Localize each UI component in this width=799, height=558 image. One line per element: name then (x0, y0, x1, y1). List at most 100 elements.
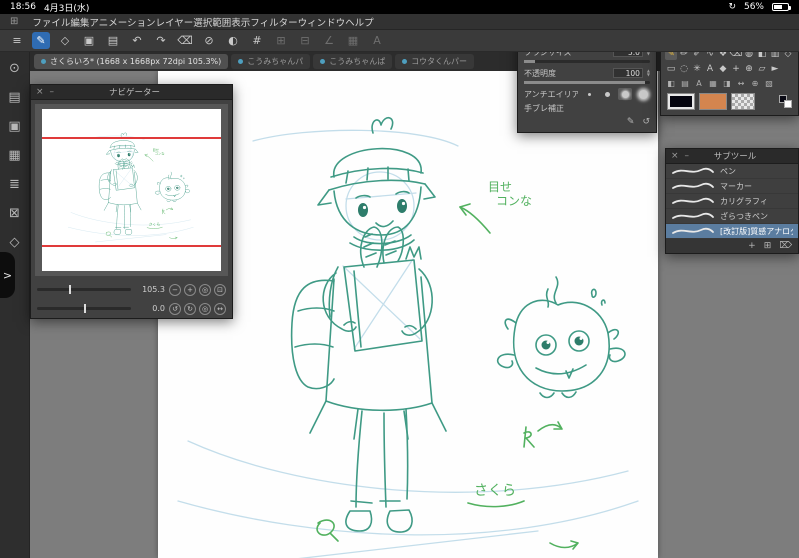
sliders-icon[interactable]: ≣ (5, 176, 25, 192)
document-tab[interactable]: こうみちゃんぱ (313, 54, 393, 69)
layer-property-icon[interactable]: ▤ (679, 77, 691, 90)
object-tool-icon[interactable]: ► (769, 62, 781, 75)
ruler-icon[interactable]: ∠ (320, 32, 338, 49)
main-color-swatch[interactable] (667, 93, 695, 110)
close-box-icon[interactable]: ⊠ (5, 205, 25, 221)
subtool-footer: + ⊞ ⌦ (666, 239, 798, 253)
rotate-reset-button[interactable]: ◎ (199, 302, 211, 315)
main-menu-icon[interactable]: ≡ (8, 32, 26, 49)
deselect-icon[interactable]: ⊘ (200, 32, 218, 49)
hand-tool-icon[interactable]: ▱ (756, 62, 768, 75)
sub-color-swatch[interactable] (699, 93, 727, 110)
undo-icon[interactable]: ↶ (128, 32, 146, 49)
material-icon[interactable]: ▦ (344, 32, 362, 49)
mask-icon[interactable]: ◨ (721, 77, 733, 90)
subtool-calligraphy[interactable]: カリグラフィ (666, 194, 798, 209)
rotate-right-button[interactable]: ↻ (184, 302, 196, 315)
clock: 18:56 (10, 2, 36, 12)
eraser-icon[interactable]: ⌫ (176, 32, 194, 49)
document-tab[interactable]: こうみちゃんパ (231, 54, 311, 69)
opacity-slider[interactable] (524, 81, 650, 84)
close-icon[interactable]: × (36, 87, 44, 97)
subtool-stroke-preview (672, 182, 714, 189)
pattern-icon[interactable]: ▦ (5, 147, 25, 163)
screen-icon[interactable]: ▦ (707, 77, 719, 90)
stroke-settings-icon[interactable]: ✎ (627, 117, 635, 127)
move-tool-icon[interactable]: + (730, 62, 742, 75)
rotate-left-button[interactable]: ↺ (169, 302, 181, 315)
minimize-icon[interactable]: – (50, 87, 55, 97)
text-tool-icon[interactable]: A (368, 32, 386, 49)
text-icon[interactable]: A (693, 77, 705, 90)
zoom-in-button[interactable]: + (184, 283, 196, 296)
flip-button[interactable]: ↔ (214, 302, 226, 315)
import-icon[interactable]: ▣ (80, 32, 98, 49)
left-tool-strip: ⊙ ▤ ▣ ▦ ≣ ⊠ ◇ (0, 52, 30, 558)
canvas[interactable]: 目せ コンな さくら (158, 71, 658, 558)
menu-bar: ⊞ ファイル編集アニメーションレイヤー選択範囲表示フィルターウィンドウヘルプ (0, 14, 799, 30)
zoom-out-button[interactable]: − (169, 283, 181, 296)
zoom-tool-icon[interactable]: ⊕ (743, 62, 755, 75)
image-icon[interactable]: ▣ (5, 118, 25, 134)
hatch-icon[interactable]: ▧ (763, 77, 775, 90)
brush-size-slider[interactable] (524, 60, 650, 63)
antialias-strong-button[interactable] (636, 88, 650, 100)
subtool-titlebar[interactable]: × – サブツール (666, 149, 798, 164)
navigator-panel: × – ナビゲーター 105.3 − + ◎ ⊡ 0.0 ↺ ↻ ◎ ↔ (30, 84, 233, 319)
layer-icon[interactable]: ◧ (665, 77, 677, 90)
subtool-marker[interactable]: マーカー (666, 179, 798, 194)
subtool-rough-pen[interactable]: ざらつきペン (666, 209, 798, 224)
subtool-pen[interactable]: ペン (666, 164, 798, 179)
flip-icon[interactable]: ↔ (735, 77, 747, 90)
navigator-titlebar[interactable]: × – ナビゲーター (31, 85, 232, 100)
close-icon[interactable]: × (671, 151, 679, 161)
rotate-slider[interactable] (37, 304, 131, 313)
delete-subtool-icon[interactable]: ⌦ (779, 241, 792, 251)
sketch-note-2: コンな (496, 194, 532, 208)
antialias-weak-button[interactable] (600, 88, 614, 100)
navigator-thumbnail[interactable] (42, 109, 221, 271)
wand-tool-icon[interactable]: ✳ (691, 62, 703, 75)
minimize-icon[interactable]: – (685, 151, 690, 161)
antialias-middle-button[interactable] (618, 88, 632, 100)
zoom-fit-button[interactable]: ◎ (199, 283, 211, 296)
subtool-stroke-preview (672, 197, 714, 204)
transparent-color-swatch[interactable] (731, 93, 755, 110)
antialias-none-button[interactable] (582, 88, 596, 100)
zoom-100-button[interactable]: ⊡ (214, 283, 226, 296)
menu-item[interactable]: ファイル編集アニメーションレイヤー選択範囲表示フィルターウィンドウヘルプ (32, 15, 373, 29)
edge-drawer-handle[interactable]: > (0, 252, 15, 298)
lasso-tool-icon[interactable]: ◌ (678, 62, 690, 75)
text-tool-icon[interactable]: A (704, 62, 716, 75)
subtool-stroke-preview (672, 167, 714, 174)
pen-mode-icon[interactable]: ✎ (32, 32, 50, 49)
subtool-analog-pen[interactable]: [改訂版]質感アナログ風ペン (666, 224, 798, 239)
export-icon[interactable]: ▤ (104, 32, 122, 49)
battery-percent: 56% (743, 2, 764, 12)
switch-colors-icon[interactable] (779, 95, 792, 108)
redo-icon[interactable]: ↷ (152, 32, 170, 49)
navigator-thumbnail-area[interactable] (35, 104, 228, 276)
apps-icon[interactable]: ⊞ (10, 16, 18, 27)
invert-selection-icon[interactable]: ◐ (224, 32, 242, 49)
materials-icon[interactable]: ▤ (5, 89, 25, 105)
marquee-tool-icon[interactable]: ▭ (665, 62, 677, 75)
crop-icon[interactable]: # (248, 32, 266, 49)
subtool-panel: × – サブツール ペン マーカー カリグラフィ ざらつきペン [改訂版]質感ア… (665, 148, 799, 254)
opacity-value[interactable]: 100 (612, 68, 643, 78)
add-subtool-icon[interactable]: + (748, 241, 756, 251)
navigator-title: ナビゲーター (109, 88, 161, 98)
document-tab[interactable]: さくらいろ* (1668 x 1668px 72dpi 105.3%) (34, 54, 229, 69)
touch-gesture-icon[interactable]: ◇ (56, 32, 74, 49)
reset-icon[interactable]: ↺ (642, 117, 650, 127)
document-tab[interactable]: コウタくんパー (395, 54, 474, 69)
cube-icon[interactable]: ◇ (5, 234, 25, 250)
zoom-slider[interactable] (37, 285, 131, 294)
grid-icon[interactable]: ⊞ (272, 32, 290, 49)
eyedropper-tool-icon[interactable]: ◆ (717, 62, 729, 75)
snap-icon[interactable]: ⊟ (296, 32, 314, 49)
search-icon[interactable]: ⊙ (5, 60, 25, 76)
duplicate-subtool-icon[interactable]: ⊞ (764, 241, 772, 251)
magnify-icon[interactable]: ⊕ (749, 77, 761, 90)
opacity-stepper[interactable]: ▲ ▼ (647, 69, 650, 77)
